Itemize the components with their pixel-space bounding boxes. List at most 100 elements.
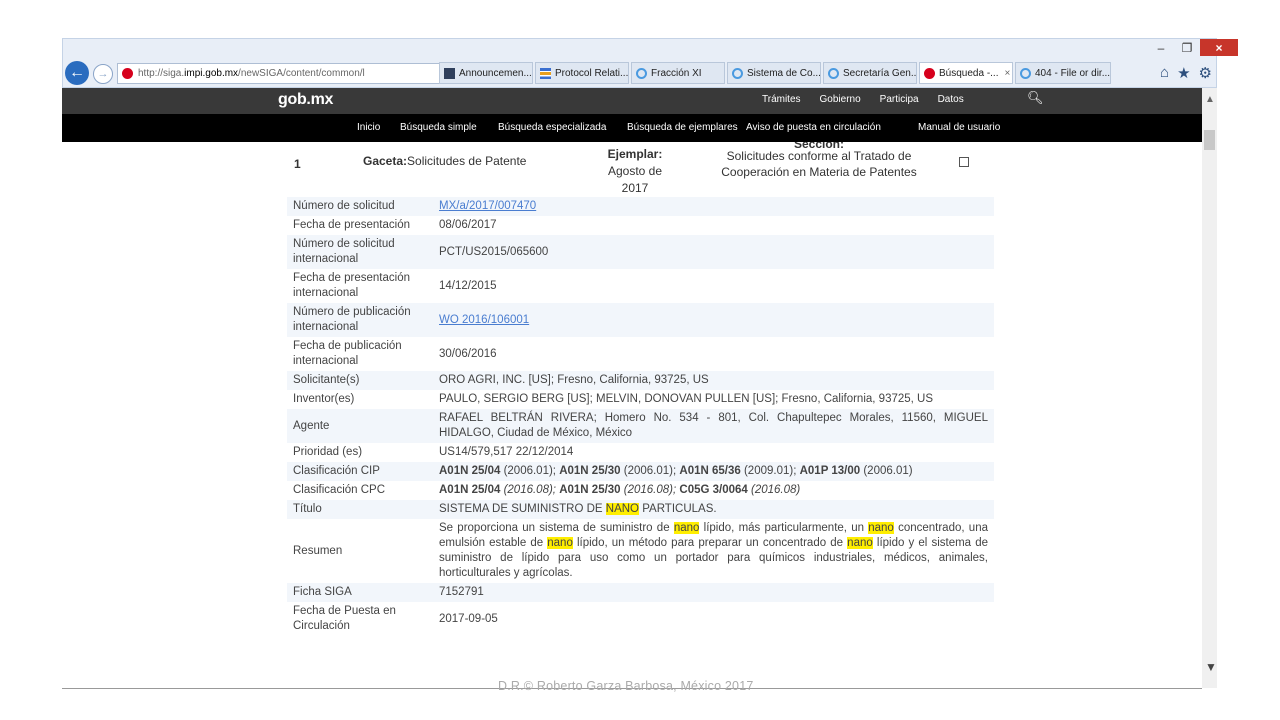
sub-navigation: Inicio Búsqueda simple Búsqueda especializ… bbox=[62, 114, 1202, 142]
subnav-link[interactable]: Búsqueda de ejemplares bbox=[627, 122, 738, 133]
field-value: 2017-09-05 bbox=[439, 612, 498, 625]
subnav-link[interactable]: Búsqueda simple bbox=[400, 122, 477, 133]
field-value: RAFAEL BELTRÁN RIVERA; Homero No. 534 - … bbox=[427, 409, 994, 443]
table-row: Número de solicitud internacional PCT/US2… bbox=[287, 235, 994, 269]
site-logo[interactable]: gob.mx bbox=[278, 91, 333, 109]
record-checkbox[interactable] bbox=[959, 157, 969, 167]
header-link[interactable]: Datos bbox=[938, 94, 964, 105]
field-value: 08/06/2017 bbox=[439, 219, 497, 231]
classification-code: A01N 25/30 bbox=[559, 465, 621, 477]
classification-code: A01N 25/30 bbox=[559, 484, 621, 496]
browser-tab[interactable]: Sistema de Co... bbox=[727, 62, 821, 84]
table-row: Número de publicación internacional WO 20… bbox=[287, 303, 994, 337]
classification-version: (2009.01); bbox=[740, 465, 800, 477]
ie-icon bbox=[636, 67, 647, 79]
arrow-right-icon: → bbox=[97, 68, 109, 80]
scroll-thumb[interactable] bbox=[1204, 130, 1215, 150]
field-label: Fecha de Puesta en Circulación bbox=[293, 605, 396, 632]
header-link[interactable]: Trámites bbox=[762, 94, 801, 105]
field-label: Agente bbox=[287, 409, 427, 443]
text-fragment: lípido, un método para preparar un conce… bbox=[572, 537, 848, 549]
publication-number-link[interactable]: WO 2016/106001 bbox=[439, 314, 529, 326]
classification-version: (2016.08); bbox=[620, 484, 680, 496]
field-label: Número de solicitud internacional bbox=[287, 235, 427, 269]
browser-tab[interactable]: Secretaría Gen... bbox=[823, 62, 917, 84]
browser-tab[interactable]: Fracción XI bbox=[631, 62, 725, 84]
search-highlight: nano bbox=[868, 522, 894, 534]
classification-code: A01N 65/36 bbox=[679, 465, 741, 477]
section-info: Sección:Solicitudes conforme al Tratado … bbox=[721, 142, 917, 179]
subnav-link[interactable]: Manual de usuario bbox=[918, 122, 1000, 133]
classification-version: (2016.08); bbox=[500, 484, 560, 496]
application-number-link[interactable]: MX/a/2017/007470 bbox=[439, 200, 536, 212]
forward-button[interactable]: → bbox=[93, 64, 113, 84]
browser-tab[interactable]: Protocol Relati... bbox=[535, 62, 629, 84]
classification-version: (2006.01) bbox=[860, 465, 913, 477]
browser-tab[interactable]: 404 - File or dir... bbox=[1015, 62, 1111, 84]
table-row: Prioridad (es) US14/579,517 22/12/2014 bbox=[287, 443, 994, 462]
close-tab-icon[interactable]: × bbox=[1004, 68, 1010, 79]
browser-tab[interactable]: Búsqueda -... × bbox=[919, 62, 1013, 84]
title-value: SISTEMA DE SUMINISTRO DE NANO PARTICULAS… bbox=[427, 500, 994, 519]
header-link[interactable]: Participa bbox=[880, 94, 919, 105]
star-icon[interactable]: ★ bbox=[1177, 64, 1190, 82]
copy-info: Ejemplar: Agosto de 2017 bbox=[607, 147, 663, 195]
header-link[interactable]: Gobierno bbox=[820, 94, 861, 105]
classification-version: (2006.01); bbox=[500, 465, 560, 477]
field-value: US14/579,517 22/12/2014 bbox=[439, 446, 574, 458]
record-header: 1 Gaceta:Solicitudes de Patente Ejemplar… bbox=[283, 142, 995, 195]
table-row: Solicitante(s) ORO AGRI, INC. [US]; Fresn… bbox=[287, 371, 994, 390]
field-label: Número de publicación internacional bbox=[287, 303, 427, 337]
red-dot-icon bbox=[924, 67, 935, 79]
scroll-down-icon[interactable]: ▼ bbox=[1205, 660, 1217, 674]
tab-label: Fracción XI bbox=[651, 67, 702, 79]
field-value: 14/12/2015 bbox=[439, 279, 497, 292]
site-header: gob.mx Trámites Gobierno Participa Datos 🔍︎ bbox=[62, 88, 1202, 114]
field-value: 30/06/2016 bbox=[439, 347, 497, 360]
page-scrollbar[interactable]: ▲ ▼ bbox=[1202, 88, 1217, 688]
search-icon[interactable]: 🔍︎ bbox=[1027, 90, 1044, 106]
search-highlight: nano bbox=[547, 537, 573, 549]
record-number: 1 bbox=[294, 157, 301, 171]
table-row: Ficha SIGA 7152791 bbox=[287, 583, 994, 602]
minimize-button[interactable]: – bbox=[1148, 39, 1174, 56]
table-row: Número de solicitud MX/a/2017/007470 bbox=[287, 197, 994, 216]
subnav-link[interactable]: Inicio bbox=[357, 122, 380, 133]
field-value: PCT/US2015/065600 bbox=[427, 235, 994, 269]
table-row: Clasificación CIP A01N 25/04 (2006.01); A… bbox=[287, 462, 994, 481]
classification-code: A01N 25/04 bbox=[439, 465, 501, 477]
text-fragment: Se proporciona un sistema de suministro … bbox=[439, 522, 674, 534]
subnav-link[interactable]: Búsqueda especializada bbox=[498, 122, 606, 133]
search-highlight: nano bbox=[847, 537, 873, 549]
tab-label: Búsqueda -... bbox=[939, 67, 999, 79]
table-row: Clasificación CPC A01N 25/04 (2016.08); A… bbox=[287, 481, 994, 500]
gazette: Gaceta:Solicitudes de Patente bbox=[363, 154, 527, 168]
classification-code: A01N 25/04 bbox=[439, 484, 501, 496]
back-button[interactable]: ← bbox=[65, 61, 89, 85]
table-row: Fecha de presentación internacional 14/12… bbox=[287, 269, 994, 303]
table-row: Fecha de presentación 08/06/2017 bbox=[287, 216, 994, 235]
field-label: Número de solicitud bbox=[287, 197, 427, 216]
field-label: Inventor(es) bbox=[293, 393, 355, 405]
tab-label: Secretaría Gen... bbox=[843, 67, 917, 79]
search-highlight: NANO bbox=[605, 503, 640, 515]
field-label: Título bbox=[287, 500, 427, 519]
text-fragment: lípido, más particularmente, un bbox=[699, 522, 869, 534]
text-fragment: SISTEMA DE SUMINISTRO DE bbox=[439, 503, 606, 515]
tab-label: Announcemen... bbox=[459, 67, 532, 79]
field-label: Fecha de presentación internacional bbox=[293, 272, 410, 299]
site-favicon-icon bbox=[122, 68, 133, 79]
patent-detail-table: Número de solicitud MX/a/2017/007470 Fech… bbox=[287, 197, 994, 636]
home-icon[interactable]: ⌂ bbox=[1160, 64, 1169, 82]
browser-tab[interactable]: Announcemen... bbox=[439, 62, 533, 84]
subnav-link[interactable]: Aviso de puesta en circulación bbox=[746, 122, 881, 133]
gear-icon[interactable]: ⚙ bbox=[1199, 64, 1212, 82]
table-row: Agente RAFAEL BELTRÁN RIVERA; Homero No. … bbox=[287, 409, 994, 443]
url-text: http://siga.impi.gob.mx/newSIGA/content/… bbox=[138, 68, 365, 79]
table-row: Inventor(es) PAULO, SERGIO BERG [US]; MEL… bbox=[287, 390, 994, 409]
field-label: Prioridad (es) bbox=[293, 446, 363, 458]
header-links: Trámites Gobierno Participa Datos bbox=[762, 94, 983, 105]
scroll-up-icon[interactable]: ▲ bbox=[1205, 94, 1215, 105]
restore-button[interactable]: ❐ bbox=[1174, 39, 1200, 56]
close-window-button[interactable]: × bbox=[1200, 39, 1238, 56]
